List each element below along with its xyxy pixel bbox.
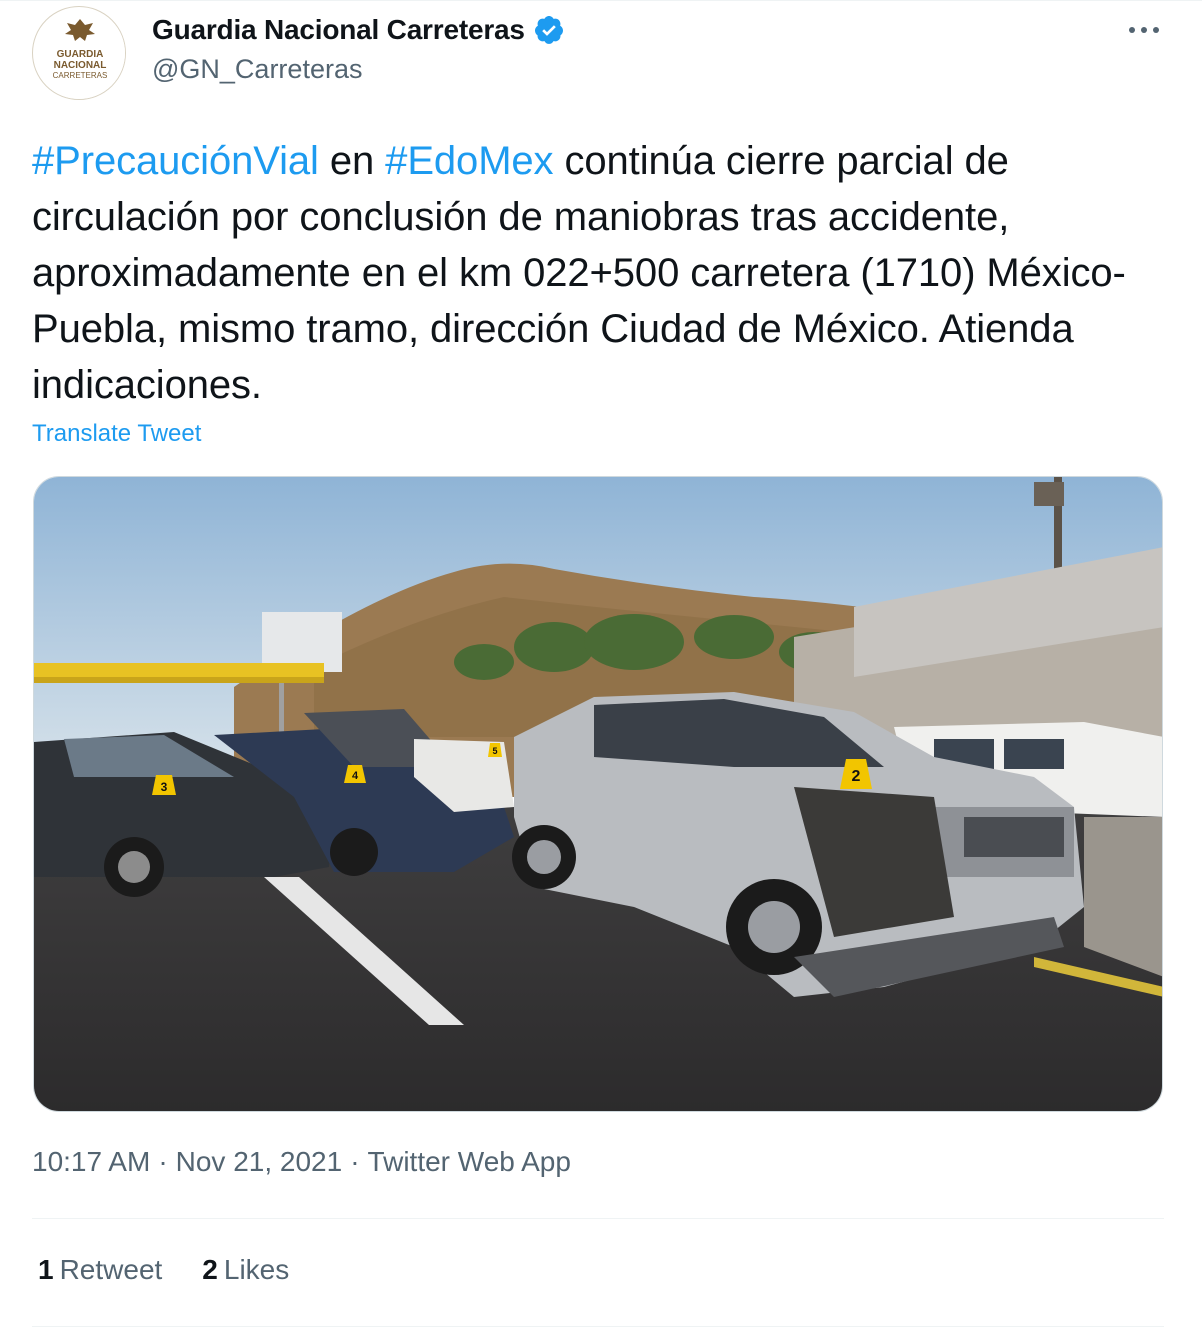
retweets-label: Retweet [59, 1254, 163, 1285]
verified-badge-icon [533, 14, 565, 46]
likes-stat[interactable]: 2 Likes [202, 1254, 289, 1286]
evidence-marker-5: 5 [488, 743, 502, 757]
evidence-marker-2-label: 2 [852, 768, 861, 785]
accident-scene-image: 3 4 5 2 [34, 477, 1162, 1111]
tweet-photo[interactable]: 3 4 5 2 [33, 476, 1163, 1112]
hashtag-precaucion-vial[interactable]: #PrecauciónVial [32, 139, 319, 183]
tweet-source[interactable]: Twitter Web App [368, 1146, 571, 1178]
avatar-text-line-3: CARRETERAS [53, 71, 108, 80]
retweets-stat[interactable]: 1 Retweet [38, 1254, 162, 1286]
meta-separator-2: · [350, 1146, 360, 1177]
author-name-row[interactable]: Guardia Nacional Carreteras [152, 10, 565, 50]
tweet-meta: 10:17 AM · Nov 21, 2021 · Twitter Web Ap… [32, 1146, 571, 1178]
divider-bottom [32, 1326, 1164, 1327]
likes-label: Likes [223, 1254, 290, 1285]
evidence-marker-4-label: 4 [352, 770, 359, 782]
meta-separator-1: · [158, 1146, 168, 1177]
tweet-date[interactable]: Nov 21, 2021 [176, 1146, 343, 1178]
author-avatar[interactable]: GUARDIA NACIONAL CARRETERAS [32, 6, 126, 100]
evidence-marker-3: 3 [152, 775, 176, 795]
hashtag-edomex[interactable]: #EdoMex [385, 139, 553, 183]
avatar-text-line-1: GUARDIA [57, 49, 104, 60]
top-border [0, 0, 1202, 1]
evidence-marker-5-label: 5 [492, 746, 497, 756]
tweet-stats: 1 Retweet 2 Likes [38, 1254, 289, 1286]
likes-count: 2 [202, 1254, 218, 1285]
tweet-time[interactable]: 10:17 AM [32, 1146, 150, 1178]
retweets-count: 1 [38, 1254, 54, 1285]
translate-tweet-link[interactable]: Translate Tweet [32, 420, 201, 448]
author-handle[interactable]: @GN_Carreteras [152, 54, 362, 85]
tweet-text-part-1: en [318, 139, 386, 183]
avatar-text-line-2: NACIONAL [54, 60, 107, 71]
guardia-nacional-logo: GUARDIA NACIONAL CARRETERAS [34, 8, 125, 99]
more-options-icon[interactable] [1124, 14, 1164, 46]
tweet-text: #PrecauciónVial en #EdoMex continúa cier… [32, 133, 1142, 413]
divider-top [32, 1218, 1164, 1219]
evidence-marker-3-label: 3 [161, 780, 168, 794]
author-display-name[interactable]: Guardia Nacional Carreteras [152, 14, 525, 46]
